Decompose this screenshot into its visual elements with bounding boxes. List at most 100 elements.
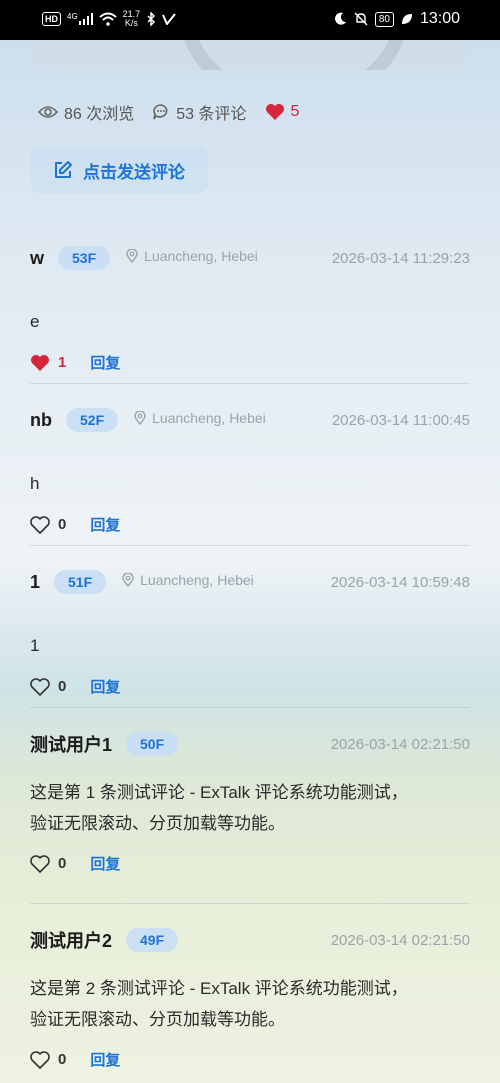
comment-like-count: 0 xyxy=(58,1051,67,1068)
card-decoration xyxy=(180,40,408,70)
post-stats: 86 次浏览 53 条评论 5 xyxy=(38,100,299,124)
reply-button[interactable]: 回复 xyxy=(90,853,120,874)
comment-header: 测试用户1 50F 2026-03-14 02:21:50 xyxy=(30,729,470,759)
comment-icon xyxy=(153,104,168,120)
views-stat: 86 次浏览 xyxy=(38,100,134,124)
comment-item: nb 52F Luancheng, Hebei 2026-03-14 11:00… xyxy=(30,405,470,535)
comment-username[interactable]: 测试用户2 xyxy=(30,927,112,953)
comment-header: nb 52F Luancheng, Hebei 2026-03-14 11:00… xyxy=(30,405,470,435)
comment-time: 2026-03-14 11:00:45 xyxy=(331,411,470,429)
comment-like-button[interactable]: 0 xyxy=(30,515,67,534)
comment-header: 测试用户2 49F 2026-03-14 02:21:50 xyxy=(30,925,470,955)
comment-item: w 53F Luancheng, Hebei 2026-03-14 11:29:… xyxy=(30,243,470,373)
floor-badge: 51F xyxy=(54,570,107,594)
comment-actions: 0 回复 xyxy=(30,514,470,535)
eye-icon xyxy=(38,106,58,118)
location-text: Luancheng, Hebei xyxy=(140,572,254,588)
net-speed: 21.7 K/s xyxy=(123,10,141,28)
comment-username[interactable]: 测试用户1 xyxy=(30,731,112,757)
moon-icon xyxy=(334,12,346,25)
floor-badge: 49F xyxy=(126,928,179,952)
heart-outline-icon xyxy=(30,1050,50,1069)
bell-off-icon xyxy=(354,12,368,26)
comment-actions: 1 回复 xyxy=(30,352,470,373)
reply-button[interactable]: 回复 xyxy=(90,514,120,535)
location-pin-icon xyxy=(126,249,138,263)
status-bar: HD 4G 21.7 K/s 80 13:00 xyxy=(0,0,500,40)
comment-like-button[interactable]: 1 xyxy=(30,354,66,372)
comments-count: 53 条评论 xyxy=(176,106,247,123)
comment-username[interactable]: 1 xyxy=(30,572,40,593)
likes-stat[interactable]: 5 xyxy=(265,103,300,121)
comment-body: 1 xyxy=(30,636,40,655)
comment-actions: 0 回复 xyxy=(30,853,470,874)
comments-stat: 53 条评论 xyxy=(152,100,247,124)
status-time: 13:00 xyxy=(419,10,460,27)
comment-like-button[interactable]: 0 xyxy=(30,1050,67,1069)
signal-icon: 4G xyxy=(67,13,93,25)
comment-time: 2026-03-14 02:21:50 xyxy=(330,931,470,949)
comment-header: w 53F Luancheng, Hebei 2026-03-14 11:29:… xyxy=(30,243,470,273)
views-count: 86 次浏览 xyxy=(64,106,135,123)
comment-like-count: 0 xyxy=(58,516,67,533)
comment-body: e xyxy=(30,312,40,331)
floor-badge: 53F xyxy=(58,246,111,270)
floor-badge: 52F xyxy=(66,408,119,432)
post-image-card xyxy=(30,40,470,70)
status-right: 80 13:00 xyxy=(333,10,460,28)
comment-like-count: 0 xyxy=(58,855,67,872)
comment-body: h xyxy=(30,474,40,493)
comment-body-line: 这是第 1 条测试评论 - ExTalk 评论系统功能测试， xyxy=(30,783,408,802)
comment-location: Luancheng, Hebei xyxy=(122,572,254,588)
comment-like-button[interactable]: 0 xyxy=(30,854,67,873)
divider xyxy=(30,383,470,384)
location-pin-icon xyxy=(122,573,134,587)
comment-like-count: 0 xyxy=(58,678,67,695)
reply-button[interactable]: 回复 xyxy=(90,676,120,697)
edit-icon xyxy=(55,161,72,178)
floor-badge: 50F xyxy=(126,732,179,756)
reply-button[interactable]: 回复 xyxy=(90,352,120,373)
comment-time: 2026-03-14 10:59:48 xyxy=(330,573,470,591)
likes-count: 5 xyxy=(290,103,300,120)
send-comment-label: 点击发送评论 xyxy=(83,162,185,182)
nfc-icon xyxy=(162,13,176,25)
battery-indicator: 80 xyxy=(374,11,394,27)
comment-body: 这是第 1 条测试评论 - ExTalk 评论系统功能测试， 验证无限滚动、分页… xyxy=(30,777,470,839)
comment-item: 测试用户2 49F 2026-03-14 02:21:50 这是第 2 条测试评… xyxy=(30,925,470,1070)
comment-body-line: 这是第 2 条测试评论 - ExTalk 评论系统功能测试， xyxy=(30,979,408,998)
wifi-icon xyxy=(99,12,117,26)
reply-button[interactable]: 回复 xyxy=(90,1049,120,1070)
heart-outline-icon xyxy=(30,515,50,534)
comment-username[interactable]: w xyxy=(30,248,44,269)
send-comment-button[interactable]: 点击发送评论 xyxy=(30,146,208,194)
comment-time: 2026-03-14 11:29:23 xyxy=(331,249,470,267)
comment-actions: 0 回复 xyxy=(30,676,470,697)
comment-like-count: 1 xyxy=(58,354,67,371)
comment-body-line: 验证无限滚动、分页加载等功能。 xyxy=(30,814,285,833)
location-pin-icon xyxy=(134,411,146,425)
comment-body: 这是第 2 条测试评论 - ExTalk 评论系统功能测试， 验证无限滚动、分页… xyxy=(30,973,470,1035)
comment-location: Luancheng, Hebei xyxy=(134,410,266,426)
divider xyxy=(30,545,470,546)
heart-filled-icon[interactable] xyxy=(265,103,285,121)
heart-outline-icon xyxy=(30,854,50,873)
leaf-icon xyxy=(401,14,412,24)
comment-header: 1 51F Luancheng, Hebei 2026-03-14 10:59:… xyxy=(30,567,470,597)
comment-username[interactable]: nb xyxy=(30,410,52,431)
divider xyxy=(30,707,470,708)
net-speed-unit: K/s xyxy=(124,18,138,28)
comment-item: 1 51F Luancheng, Hebei 2026-03-14 10:59:… xyxy=(30,567,470,697)
comment-like-button[interactable]: 0 xyxy=(30,677,67,696)
location-text: Luancheng, Hebei xyxy=(152,410,266,426)
heart-outline-icon xyxy=(30,677,50,696)
comment-actions: 0 回复 xyxy=(30,1049,470,1070)
status-left: HD 4G 21.7 K/s xyxy=(42,10,176,28)
location-text: Luancheng, Hebei xyxy=(144,248,258,264)
hd-indicator: HD xyxy=(42,12,61,26)
comment-location: Luancheng, Hebei xyxy=(126,248,258,264)
comment-time: 2026-03-14 02:21:50 xyxy=(330,735,470,753)
signal-label: 4G xyxy=(67,12,78,21)
divider xyxy=(30,903,470,904)
comment-body-line: 验证无限滚动、分页加载等功能。 xyxy=(30,1010,285,1029)
